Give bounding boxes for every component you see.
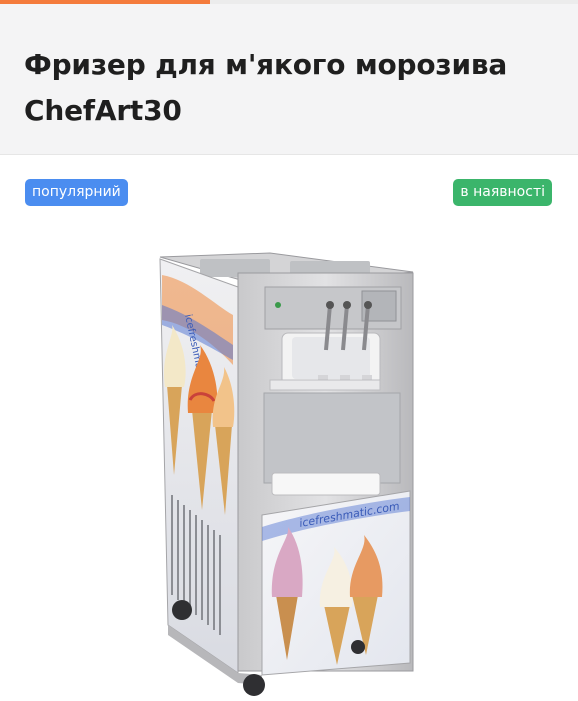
product-image[interactable]: icefreshmatic.com icefreshmatic.com [0, 155, 578, 701]
title-section: Фризер для м'якого морозива ChefArt30 [0, 4, 578, 154]
availability-badge: в наявності [453, 179, 552, 206]
product-card[interactable]: icefreshmatic.com icefreshmatic.com попу… [0, 154, 578, 701]
product-title: Фризер для м'якого морозива ChefArt30 [24, 48, 508, 127]
popular-badge: популярний [25, 179, 128, 206]
